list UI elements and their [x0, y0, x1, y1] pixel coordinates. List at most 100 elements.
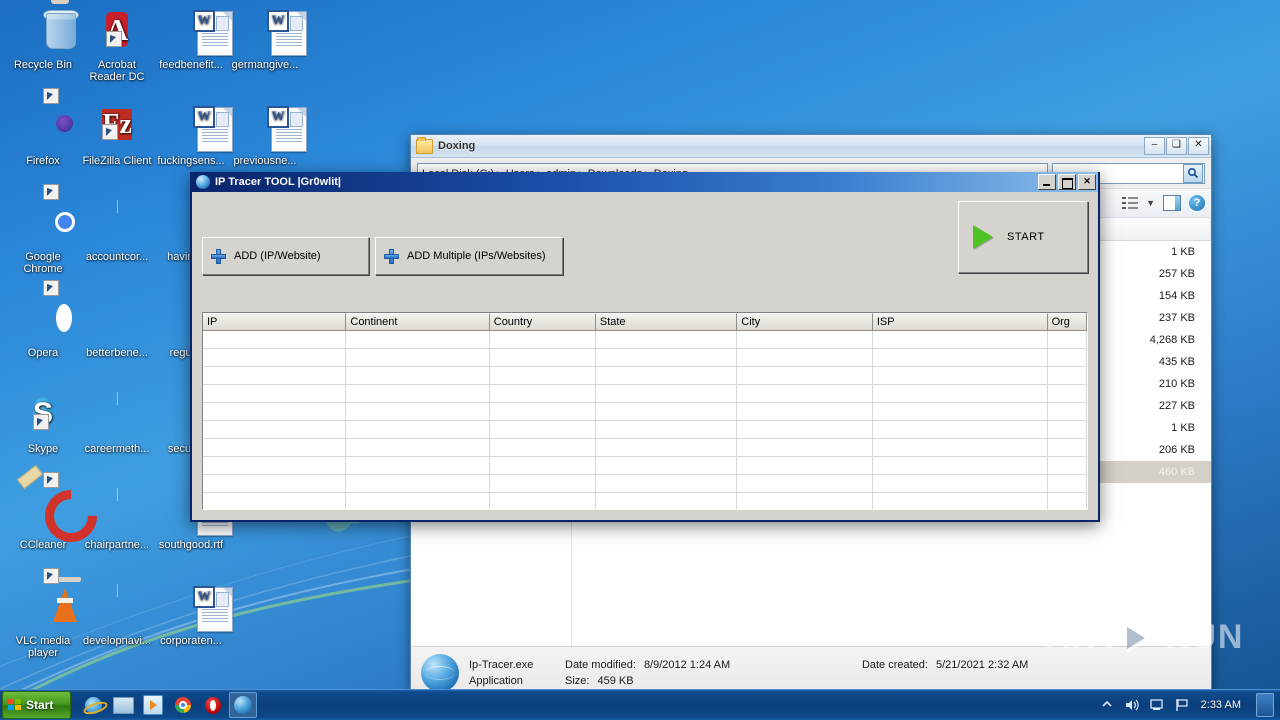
grid-row[interactable]	[203, 475, 1087, 493]
grid-cell[interactable]	[737, 349, 873, 367]
grid-column-header-isp[interactable]: ISP	[872, 313, 1048, 331]
grid-cell[interactable]	[872, 475, 1048, 493]
grid-cell[interactable]	[203, 475, 347, 493]
list-view-icon[interactable]	[1122, 196, 1139, 210]
desktop-icon-accountcor[interactable]: accountcor...	[80, 200, 154, 263]
windows-explorer-icon[interactable]	[109, 692, 137, 718]
grid-cell[interactable]	[489, 421, 596, 439]
add-multiple-button[interactable]: ADD Multiple (IPs/Websites)	[375, 237, 563, 275]
grid-cell[interactable]	[203, 439, 347, 457]
ip-tracer-task-icon[interactable]	[229, 692, 257, 718]
grid-cell[interactable]	[737, 331, 873, 349]
google-chrome-icon[interactable]	[169, 692, 197, 718]
add-ip-website-button[interactable]: ADD (IP/Website)	[202, 237, 369, 275]
grid-column-header-state[interactable]: State	[595, 313, 738, 331]
grid-cell[interactable]	[346, 493, 490, 509]
grid-cell[interactable]	[737, 493, 873, 509]
grid-cell[interactable]	[872, 421, 1048, 439]
desktop-icon-vlc-media-player[interactable]: VLC media player	[6, 568, 81, 659]
grid-cell[interactable]	[490, 493, 596, 509]
grid-cell[interactable]	[873, 493, 1048, 509]
grid-cell[interactable]	[489, 439, 596, 457]
chevron-up-icon[interactable]	[1099, 697, 1115, 713]
grid-row[interactable]	[203, 439, 1087, 457]
grid-cell[interactable]	[489, 349, 596, 367]
ip-tracer-titlebar[interactable]: IP Tracer TOOL |Gr0wlit| ✕	[192, 172, 1098, 192]
show-desktop-button[interactable]	[1256, 693, 1274, 717]
explorer-minimize-button[interactable]: –	[1144, 137, 1165, 155]
explorer-titlebar[interactable]: Doxing – ❑ ✕	[411, 135, 1211, 158]
explorer-close-button[interactable]: ✕	[1188, 137, 1209, 155]
flag-icon[interactable]	[1174, 697, 1190, 713]
grid-cell[interactable]	[595, 457, 738, 475]
search-icon[interactable]	[1183, 163, 1203, 183]
grid-cell[interactable]	[737, 475, 873, 493]
grid-column-header-country[interactable]: Country	[489, 313, 596, 331]
grid-cell[interactable]	[1047, 439, 1087, 457]
toolbar-right-group[interactable]: ▼ ?	[1122, 195, 1205, 211]
media-player-icon[interactable]	[139, 692, 167, 718]
chevron-down-icon[interactable]: ▼	[1146, 198, 1155, 208]
grid-cell[interactable]	[346, 331, 490, 349]
grid-cell[interactable]	[346, 421, 490, 439]
grid-cell[interactable]	[1047, 367, 1087, 385]
grid-cell[interactable]	[489, 385, 596, 403]
desktop-icon-betterbene[interactable]: betterbene...	[80, 296, 154, 359]
grid-cell[interactable]	[1047, 475, 1087, 493]
speaker-icon[interactable]	[1124, 697, 1140, 713]
grid-cell[interactable]	[872, 349, 1048, 367]
desktop-icon-chairpartne[interactable]: chairpartne...	[80, 488, 154, 551]
grid-column-header-city[interactable]: City	[737, 313, 873, 331]
desktop-icon-firefox[interactable]: Firefox	[6, 88, 80, 167]
grid-cell[interactable]	[346, 367, 490, 385]
grid-cell[interactable]	[346, 403, 490, 421]
grid-cell[interactable]	[737, 439, 873, 457]
help-icon[interactable]: ?	[1189, 195, 1205, 211]
grid-cell[interactable]	[203, 403, 347, 421]
desktop-icon-developnavi[interactable]: developnavi...	[80, 584, 154, 647]
grid-cell[interactable]	[489, 367, 596, 385]
grid-cell[interactable]	[595, 385, 738, 403]
preview-pane-icon[interactable]	[1163, 195, 1181, 211]
desktop-icon-acrobat-reader-dc[interactable]: A Acrobat Reader DC	[80, 8, 154, 83]
taskbar[interactable]: Start 2:33 AM	[0, 689, 1280, 720]
grid-column-header-continent[interactable]: Continent	[346, 313, 490, 331]
grid-cell[interactable]	[872, 439, 1048, 457]
grid-row[interactable]	[203, 493, 1087, 509]
grid-cell[interactable]	[595, 475, 738, 493]
grid-cell[interactable]	[489, 331, 596, 349]
grid-row[interactable]	[203, 403, 1087, 421]
grid-row[interactable]	[203, 385, 1087, 403]
ip-tracer-close-button[interactable]: ✕	[1078, 174, 1096, 190]
results-grid-rows[interactable]	[203, 331, 1087, 509]
clock[interactable]: 2:33 AM	[1201, 699, 1241, 711]
grid-cell[interactable]	[595, 421, 738, 439]
grid-cell[interactable]	[1047, 421, 1087, 439]
grid-column-header-org[interactable]: Org	[1047, 313, 1087, 331]
grid-cell[interactable]	[1047, 349, 1087, 367]
grid-cell[interactable]	[489, 403, 596, 421]
grid-cell[interactable]	[595, 331, 738, 349]
results-grid[interactable]: IP Continent Country State City ISP Org	[202, 312, 1088, 510]
grid-cell[interactable]	[489, 475, 596, 493]
grid-cell[interactable]	[1047, 385, 1087, 403]
grid-cell[interactable]	[872, 403, 1048, 421]
desktop-icon-recycle-bin[interactable]: Recycle Bin	[6, 0, 80, 71]
grid-cell[interactable]	[737, 403, 873, 421]
grid-cell[interactable]	[737, 421, 873, 439]
results-grid-header[interactable]: IP Continent Country State City ISP Org	[203, 313, 1087, 331]
grid-cell[interactable]	[872, 367, 1048, 385]
grid-cell[interactable]	[203, 493, 347, 509]
grid-cell[interactable]	[489, 457, 596, 475]
desktop-icon-ccleaner[interactable]: CCleaner	[6, 464, 108, 553]
grid-cell[interactable]	[737, 385, 873, 403]
grid-cell[interactable]	[203, 421, 347, 439]
grid-cell[interactable]	[595, 403, 738, 421]
ip-tracer-window[interactable]: IP Tracer TOOL |Gr0wlit| ✕ ADD (IP/Websi…	[190, 172, 1100, 522]
grid-cell[interactable]	[595, 367, 738, 385]
desktop-icon-previousne[interactable]: Wpreviousne...	[228, 104, 307, 167]
opera-icon[interactable]	[199, 692, 227, 718]
desktop-icon-corporaten[interactable]: Wcorporaten...	[154, 584, 233, 647]
start-button[interactable]: Start	[2, 691, 71, 719]
grid-cell[interactable]	[737, 367, 873, 385]
